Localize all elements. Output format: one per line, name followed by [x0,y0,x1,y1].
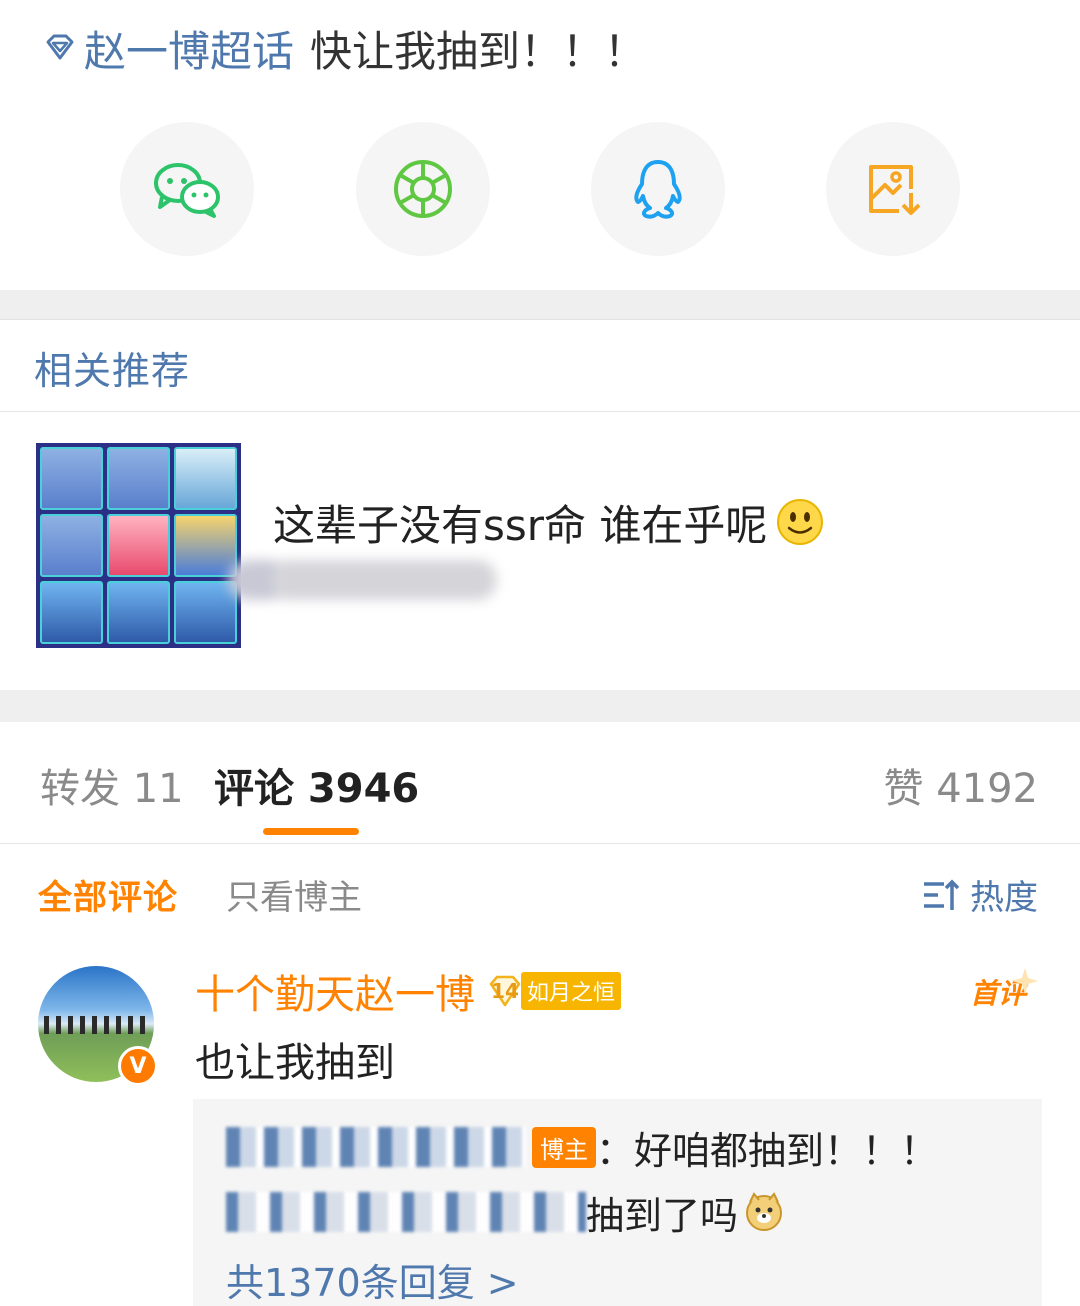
share-moments-button[interactable] [356,122,490,256]
verified-badge-icon: V [118,1046,158,1086]
thumbnail-tile [40,581,103,644]
thumbnail-tile [174,447,237,510]
post-body: 快让我抽到！！！ [310,26,647,76]
recommend-thumbnail[interactable] [36,443,241,648]
smile-emoji-icon [777,499,824,545]
qq-icon [634,160,682,219]
avatar-people [44,1016,148,1034]
share-qq-button[interactable] [591,122,725,256]
sort-label: 热度 [970,878,1038,918]
share-wechat-button[interactable] [120,122,254,256]
comment-text: 也让我抽到 [195,1040,395,1086]
save-image-button[interactable] [826,122,960,256]
moments-icon [394,160,452,218]
view-all-replies-link[interactable]: 共1370条回复 > [226,1252,519,1306]
tab-likes[interactable]: 赞 4192 [883,756,1038,814]
super-topic-link[interactable]: 赵一博超话 [84,18,294,79]
super-topic-diamond-icon [46,34,74,60]
comment-user-row: 十个勤天赵一博 14 如月之恒 [195,966,622,1018]
tab-comments[interactable]: 评论 3946 [214,756,419,814]
section-gap [0,690,1080,722]
divider [0,411,1080,412]
filter-blogger-only[interactable]: 只看博主 [226,870,362,919]
thumbnail-tile [174,581,237,644]
blurred-reply-username [226,1127,526,1167]
thumbnail-tile [107,447,170,510]
reply-item[interactable]: 抽到了吗 [226,1182,784,1242]
divider [0,843,1080,844]
blurred-reply-username [226,1192,586,1232]
sparkle-icon [1012,968,1038,994]
recommend-item-link[interactable]: 这辈子没有ssr命 谁在乎呢 [273,492,825,552]
thumbnail-tile [107,514,170,577]
save-image-icon [869,165,921,215]
fan-badge-name: 如月之恒 [521,972,622,1010]
active-tab-indicator [263,828,359,835]
doge-emoji-icon [746,1192,783,1231]
thumbnail-tile [40,447,103,510]
wechat-icon [154,163,220,218]
fan-level-number: 14 [491,979,519,1003]
reply-item[interactable]: 博主 ：好咱都抽到！！！ [226,1117,938,1177]
post-text: 赵一博超话 快让我抽到！！！ [40,18,646,78]
author-tag: 博主 [532,1126,596,1168]
thumbnail-tile [174,514,237,577]
tab-repost[interactable]: 转发 11 [40,756,184,814]
thumbnail-tile [107,581,170,644]
fan-badge[interactable]: 14 如月之恒 [487,972,622,1010]
filter-all-comments[interactable]: 全部评论 [38,870,178,919]
sort-by-popularity-button[interactable]: 热度 [922,870,1038,919]
comment-username[interactable]: 十个勤天赵一博 [195,962,475,1020]
sort-icon [924,879,960,910]
reply-text: 抽到了吗 [586,1193,739,1238]
section-gap [0,290,1080,320]
fan-level-badge: 14 [487,974,523,1008]
recommend-title: 相关推荐 [34,349,191,393]
reply-text: ：好咱都抽到！！！ [596,1128,939,1173]
blurred-author-name [272,560,497,600]
share-row [0,122,1080,256]
recommend-item-text: 这辈子没有ssr命 谁在乎呢 [273,500,768,550]
thumbnail-tile [40,514,103,577]
